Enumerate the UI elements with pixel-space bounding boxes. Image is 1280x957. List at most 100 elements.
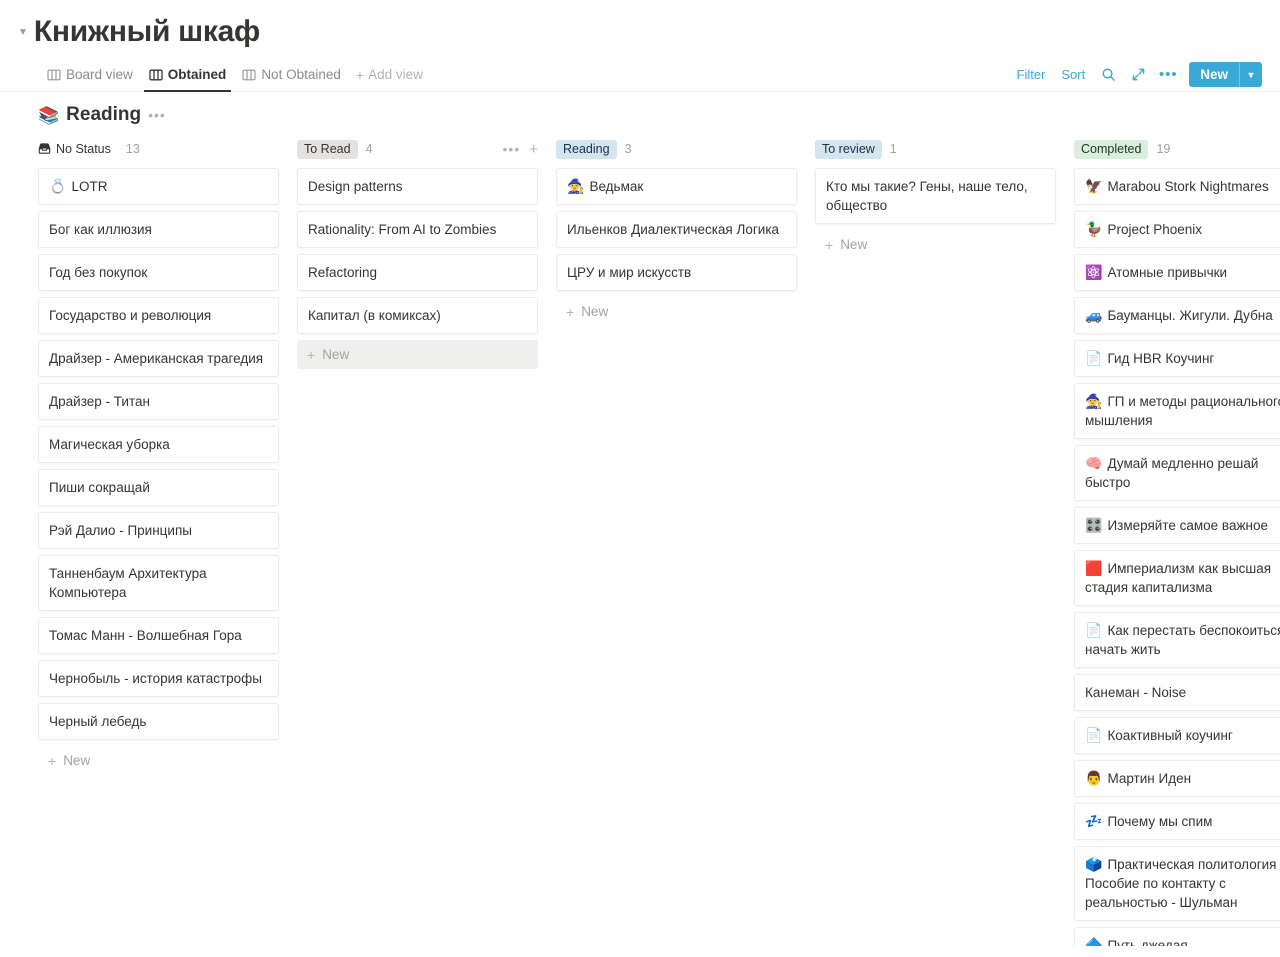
tab-board-view[interactable]: Board view — [40, 58, 140, 92]
tab-obtained[interactable]: Obtained — [142, 58, 234, 92]
board-card[interactable]: 🗳️ Практическая политология Пособие по ко… — [1074, 846, 1280, 921]
board-card[interactable]: Ильенков Диалектическая Логика — [556, 211, 797, 248]
card-emoji-icon: 💍 — [49, 178, 67, 194]
more-horizontal-icon[interactable]: ••• — [1155, 63, 1181, 87]
expand-icon[interactable] — [1125, 63, 1151, 87]
board-card[interactable]: 🧙 Ведьмак — [556, 168, 797, 205]
board-card[interactable]: Год без покупок — [38, 254, 279, 291]
board-card[interactable]: 🦆 Project Phoenix — [1074, 211, 1280, 248]
column-count: 1 — [889, 142, 897, 156]
new-card-button[interactable]: + New — [38, 746, 279, 775]
new-card-button[interactable]: + New — [297, 340, 538, 369]
more-horizontal-icon[interactable]: ••• — [503, 142, 521, 156]
board-card[interactable]: Государство и революция — [38, 297, 279, 334]
column-header[interactable]: Completed 19 — [1074, 136, 1280, 162]
add-card-icon[interactable]: + — [529, 142, 538, 157]
add-view-label: Add view — [368, 67, 423, 82]
view-actions: Filter Sort ••• New ▼ — [1011, 62, 1262, 87]
card-title: Кто мы такие? Гены, наше тело, общество — [826, 179, 1028, 213]
board-column-to-read: To Read 4 ••• + Design patterns Rationality: … — [297, 136, 538, 946]
column-header[interactable]: To Read 4 ••• + — [297, 136, 538, 162]
card-emoji-icon: 📄 — [1085, 727, 1103, 743]
tab-not-obtained[interactable]: Not Obtained — [235, 58, 348, 92]
board-card[interactable]: 🚙 Бауманцы. Жигули. Дубна — [1074, 297, 1280, 334]
add-view-button[interactable]: + Add view — [350, 67, 429, 82]
board-card[interactable]: Rationality: From AI to Zombies — [297, 211, 538, 248]
board-card[interactable]: Рэй Далио - Принципы — [38, 512, 279, 549]
board-card[interactable]: Драйзер - Американская трагедия — [38, 340, 279, 377]
card-title: Думай медленно решай быстро — [1085, 456, 1259, 490]
sort-button[interactable]: Sort — [1055, 64, 1091, 85]
card-title: Rationality: From AI to Zombies — [308, 222, 497, 237]
board-card[interactable]: 👨 Мартин Иден — [1074, 760, 1280, 797]
board-card[interactable]: Черный лебедь — [38, 703, 279, 740]
board-card[interactable]: Чернобыль - история катастрофы — [38, 660, 279, 697]
board-card[interactable]: Design patterns — [297, 168, 538, 205]
board-card[interactable]: ЦРУ и мир искусств — [556, 254, 797, 291]
board-card[interactable]: Канеман - Noise — [1074, 674, 1280, 711]
board-view-icon — [242, 68, 256, 82]
column-name: To Read — [304, 141, 351, 156]
new-card-button[interactable]: + New — [556, 297, 797, 326]
column-status-badge: Reading — [556, 139, 617, 159]
plus-icon: + — [566, 303, 575, 320]
board-card[interactable]: Томас Манн - Волшебная Гора — [38, 617, 279, 654]
board-card[interactable]: 🧙 ГП и методы рационального мышления — [1074, 383, 1280, 439]
card-title: Танненбаум Архитектура Компьютера — [49, 566, 207, 600]
board-card[interactable]: Пиши сокращай — [38, 469, 279, 506]
board-card[interactable]: 💤 Почему мы спим — [1074, 803, 1280, 840]
tab-label: Not Obtained — [261, 67, 341, 82]
card-title: Бауманцы. Жигули. Дубна — [1107, 308, 1273, 323]
board-card[interactable]: Бог как иллюзия — [38, 211, 279, 248]
search-icon[interactable] — [1095, 63, 1121, 87]
chevron-down-icon[interactable]: ▼ — [1240, 62, 1262, 87]
board-card[interactable]: 📄 Коактивный коучинг — [1074, 717, 1280, 754]
board-card[interactable]: 🎛️ Измеряйте самое важное — [1074, 507, 1280, 544]
card-emoji-icon: 💤 — [1085, 813, 1103, 829]
card-title: Пиши сокращай — [49, 480, 150, 495]
card-emoji-icon: 🦆 — [1085, 221, 1103, 237]
board-card[interactable]: ⚛️ Атомные привычки — [1074, 254, 1280, 291]
card-emoji-icon: 🎛️ — [1085, 517, 1103, 533]
new-card-label: New — [581, 304, 609, 319]
new-button[interactable]: New — [1189, 62, 1239, 87]
filter-button[interactable]: Filter — [1011, 64, 1052, 85]
board-card[interactable]: 🧠 Думай медленно решай быстро — [1074, 445, 1280, 501]
caret-down-icon[interactable]: ▼ — [18, 28, 28, 38]
column-name: No Status — [56, 141, 111, 156]
board-card[interactable]: 🟥 Империализм как высшая стадия капитализ… — [1074, 550, 1280, 606]
board-card[interactable]: Танненбаум Архитектура Компьютера — [38, 555, 279, 611]
column-header[interactable]: No Status 13 — [38, 136, 279, 162]
board-card[interactable]: Кто мы такие? Гены, наше тело, общество — [815, 168, 1056, 224]
column-name: Completed — [1081, 141, 1142, 156]
card-title: Ведьмак — [589, 179, 644, 194]
column-count: 4 — [365, 142, 373, 156]
column-count: 3 — [624, 142, 632, 156]
board-card[interactable]: 📄 Как перестать беспокоиться и начать жит… — [1074, 612, 1280, 668]
card-title: Томас Манн - Волшебная Гора — [49, 628, 242, 643]
card-title: Канеман - Noise — [1085, 685, 1187, 700]
board-card[interactable]: 🦅 Marabou Stork Nightmares — [1074, 168, 1280, 205]
card-emoji-icon: 🚙 — [1085, 307, 1103, 323]
new-button-group: New ▼ — [1189, 62, 1262, 87]
board-card[interactable]: Refactoring — [297, 254, 538, 291]
board-header: 📚 Reading ••• — [0, 92, 1280, 126]
board-card[interactable]: 🔷 Путь джедая — [1074, 927, 1280, 946]
board-card[interactable]: Магическая уборка — [38, 426, 279, 463]
card-title: Измеряйте самое важное — [1107, 518, 1268, 533]
column-tools: ••• + — [503, 142, 538, 157]
board-card[interactable]: 💍 LOTR — [38, 168, 279, 205]
column-header[interactable]: To review 1 — [815, 136, 1056, 162]
new-card-button[interactable]: + New — [815, 230, 1056, 259]
column-header[interactable]: Reading 3 — [556, 136, 797, 162]
column-name: To review — [822, 141, 875, 156]
card-title: Ильенков Диалектическая Логика — [567, 222, 780, 237]
card-title: Капитал (в комиксах) — [308, 308, 441, 323]
board-card[interactable]: 📄 Гид HBR Коучинг — [1074, 340, 1280, 377]
more-horizontal-icon[interactable]: ••• — [148, 108, 166, 122]
card-title: Гид HBR Коучинг — [1107, 351, 1215, 366]
board-card[interactable]: Драйзер - Титан — [38, 383, 279, 420]
plus-icon: + — [307, 346, 316, 363]
board-card[interactable]: Капитал (в комиксах) — [297, 297, 538, 334]
card-title: Рэй Далио - Принципы — [49, 523, 192, 538]
